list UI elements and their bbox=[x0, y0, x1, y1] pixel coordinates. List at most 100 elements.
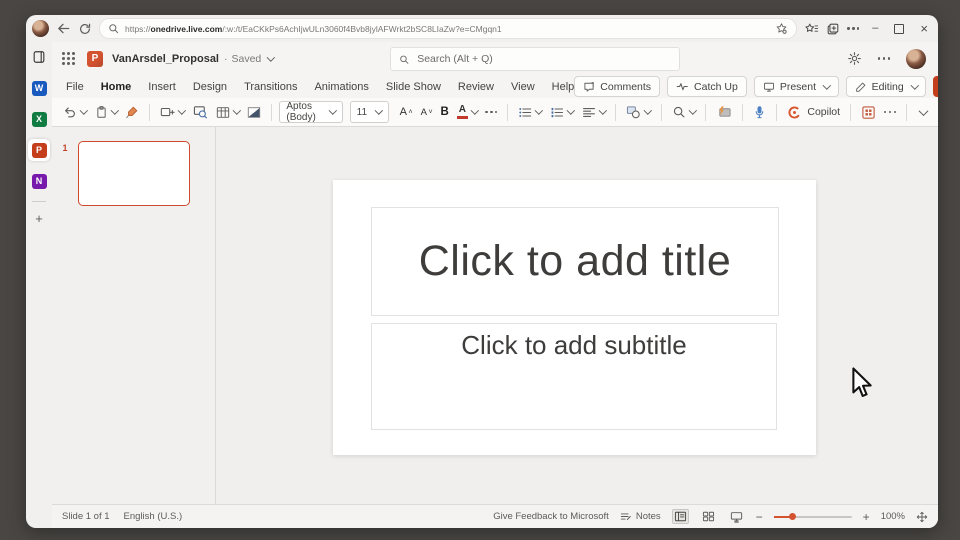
collections-button[interactable] bbox=[826, 22, 840, 36]
slideshow-view-icon bbox=[730, 511, 742, 523]
font-color-icon: A bbox=[456, 105, 468, 119]
close-button[interactable]: × bbox=[920, 22, 928, 35]
table-button[interactable] bbox=[213, 101, 243, 123]
sidebar-item-powerpoint[interactable]: P bbox=[28, 139, 50, 161]
back-button[interactable] bbox=[56, 21, 71, 36]
tab-home[interactable]: Home bbox=[101, 81, 132, 93]
tab-design[interactable]: Design bbox=[193, 81, 227, 93]
shapes-button[interactable] bbox=[623, 101, 654, 123]
powerpoint-logo-icon[interactable]: P bbox=[87, 50, 103, 67]
collections-icon bbox=[827, 23, 839, 34]
numbering-button[interactable] bbox=[547, 101, 577, 123]
catch-up-button[interactable]: Catch Up bbox=[667, 76, 747, 97]
font-size-select[interactable]: 11 bbox=[349, 101, 389, 123]
more-font-options-button[interactable] bbox=[482, 101, 500, 123]
shrink-font-button[interactable]: A ˅ bbox=[418, 101, 436, 123]
sidebar-item-excel[interactable]: X bbox=[28, 108, 50, 130]
feedback-link[interactable]: Give Feedback to Microsoft bbox=[493, 511, 609, 522]
share-button[interactable]: Share bbox=[933, 76, 938, 97]
font-name-select[interactable]: Aptos (Body) bbox=[279, 101, 343, 123]
account-avatar[interactable] bbox=[906, 48, 926, 69]
slide-thumbnail-row: 1 bbox=[52, 141, 215, 206]
title-placeholder[interactable]: Click to add title bbox=[371, 207, 779, 316]
browser-more-button[interactable] bbox=[847, 27, 860, 30]
editing-mode-button[interactable]: Editing bbox=[845, 76, 927, 97]
app-launcher-icon[interactable] bbox=[62, 52, 75, 65]
refresh-button[interactable] bbox=[78, 22, 92, 36]
ribbon-separator bbox=[507, 103, 509, 121]
slide-count-label[interactable]: Slide 1 of 1 bbox=[62, 511, 110, 522]
find-button[interactable] bbox=[669, 101, 699, 123]
onenote-icon: N bbox=[31, 173, 47, 189]
language-label[interactable]: English (U.S.) bbox=[124, 511, 183, 522]
favorites-star-icon bbox=[805, 23, 819, 32]
tab-view[interactable]: View bbox=[511, 81, 535, 93]
collapse-ribbon-button[interactable] bbox=[914, 101, 930, 123]
sidebar-toggle-button[interactable] bbox=[28, 46, 50, 68]
title-placeholder-text: Click to add title bbox=[418, 237, 732, 285]
present-button[interactable]: Present bbox=[753, 76, 839, 97]
sidebar-item-word[interactable]: W bbox=[28, 77, 50, 99]
minimize-button[interactable]: – bbox=[872, 23, 878, 34]
zoom-out-button[interactable]: − bbox=[756, 511, 763, 523]
chevron-down-icon bbox=[79, 106, 88, 115]
normal-view-button[interactable] bbox=[671, 509, 689, 524]
chevron-down-icon bbox=[598, 106, 607, 115]
new-slide-button[interactable] bbox=[157, 101, 188, 123]
maximize-button[interactable] bbox=[894, 23, 905, 34]
save-status[interactable]: · Saved bbox=[224, 53, 276, 65]
document-title[interactable]: VanArsdel_Proposal bbox=[112, 53, 219, 65]
zoom-slider[interactable] bbox=[773, 512, 852, 520]
ellipsis-icon bbox=[485, 110, 498, 114]
grow-font-button[interactable]: A ˄ bbox=[397, 101, 416, 123]
header-more-button[interactable] bbox=[878, 57, 890, 60]
add-app-button[interactable]: + bbox=[35, 211, 43, 226]
favorites-button[interactable] bbox=[804, 22, 819, 36]
bullets-button[interactable] bbox=[515, 101, 545, 123]
zoom-in-button[interactable]: + bbox=[863, 511, 870, 523]
bookmark-star-icon[interactable] bbox=[775, 22, 788, 35]
fit-slide-button[interactable] bbox=[916, 511, 928, 523]
undo-button[interactable] bbox=[60, 101, 90, 123]
format-painter-button[interactable] bbox=[122, 101, 142, 123]
search-box[interactable] bbox=[390, 47, 680, 71]
slide-1-thumbnail[interactable] bbox=[78, 141, 190, 206]
chevron-down-icon bbox=[644, 106, 652, 115]
reuse-slides-button[interactable] bbox=[190, 101, 211, 123]
slideshow-view-button[interactable] bbox=[728, 509, 745, 525]
zoom-slider-knob[interactable] bbox=[788, 512, 796, 520]
picture-button[interactable] bbox=[244, 101, 264, 123]
address-bar[interactable]: https://onedrive.live.com/:w:/t/EaCKkPs6… bbox=[99, 18, 798, 39]
ribbon-separator bbox=[149, 103, 151, 121]
tab-insert[interactable]: Insert bbox=[148, 81, 176, 93]
comments-button[interactable]: Comments bbox=[574, 76, 661, 97]
search-input[interactable] bbox=[415, 52, 671, 66]
dictate-button[interactable] bbox=[750, 101, 769, 123]
designer-button[interactable] bbox=[858, 101, 879, 123]
header-right bbox=[847, 48, 926, 69]
settings-gear-icon[interactable] bbox=[847, 51, 862, 66]
subtitle-placeholder[interactable]: Click to add subtitle bbox=[371, 323, 777, 430]
align-button[interactable] bbox=[579, 101, 609, 123]
slideshow-quick-button[interactable] bbox=[713, 101, 735, 123]
font-color-button[interactable]: A bbox=[454, 101, 481, 123]
zoom-level-label[interactable]: 100% bbox=[881, 511, 905, 522]
tab-help[interactable]: Help bbox=[552, 81, 575, 93]
tab-transitions[interactable]: Transitions bbox=[244, 81, 297, 93]
slide-sorter-view-button[interactable] bbox=[700, 509, 717, 524]
align-left-icon bbox=[582, 107, 595, 117]
browser-profile-avatar[interactable] bbox=[32, 20, 49, 37]
tab-slide-show[interactable]: Slide Show bbox=[386, 81, 441, 93]
tab-animations[interactable]: Animations bbox=[314, 81, 368, 93]
more-commands-button[interactable] bbox=[881, 101, 899, 123]
paste-button[interactable] bbox=[92, 101, 121, 123]
ribbon-separator bbox=[850, 103, 852, 121]
slide-canvas-area[interactable]: Click to add title Click to add subtitle bbox=[216, 127, 938, 504]
slide-canvas[interactable]: Click to add title Click to add subtitle bbox=[333, 180, 816, 455]
bold-button[interactable]: B bbox=[438, 101, 452, 123]
sidebar-item-onenote[interactable]: N bbox=[28, 170, 50, 192]
notes-toggle[interactable]: Notes bbox=[620, 511, 661, 522]
tab-file[interactable]: File bbox=[66, 81, 84, 93]
tab-review[interactable]: Review bbox=[458, 81, 494, 93]
copilot-button[interactable]: Copilot bbox=[784, 101, 843, 123]
